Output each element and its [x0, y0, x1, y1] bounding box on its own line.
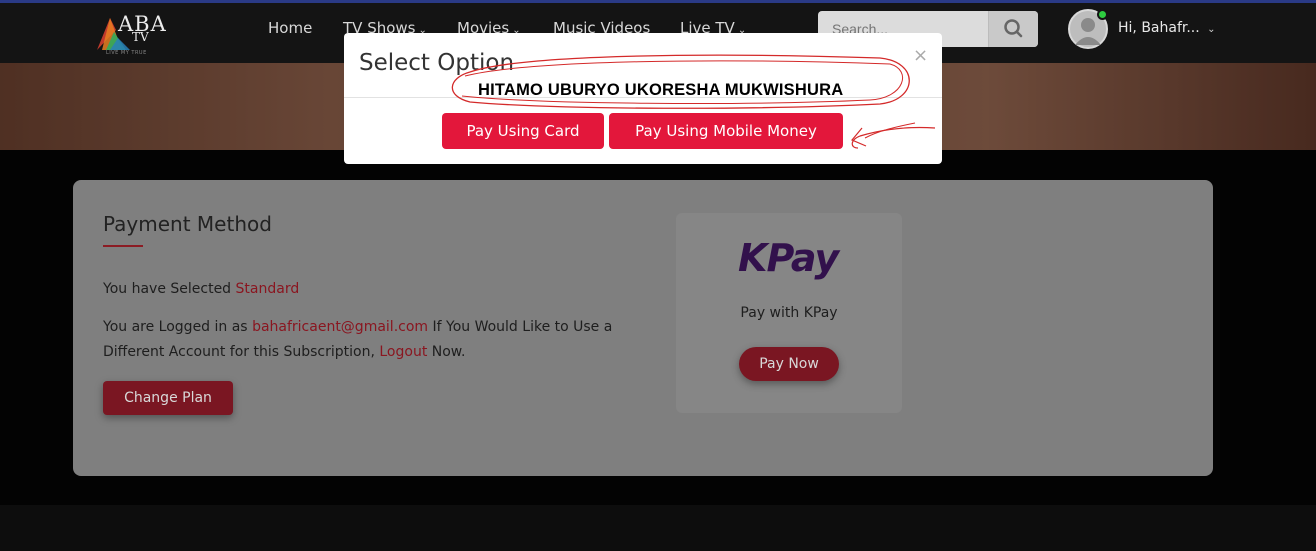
user-greeting: Hi, Bahafr... — [1118, 20, 1200, 36]
title-underline — [103, 245, 143, 247]
kpay-caption: Pay with KPay — [740, 305, 838, 321]
logged-prefix: You are Logged in as — [103, 319, 253, 335]
account-email: bahafricaent@gmail.com — [252, 319, 429, 335]
close-icon[interactable]: × — [913, 45, 928, 66]
search-icon — [1004, 19, 1023, 38]
logged-suffix: Now. — [427, 344, 466, 360]
chevron-down-icon: ⌄ — [1207, 24, 1216, 35]
user-menu[interactable]: Hi, Bahafr... ⌄ — [1118, 20, 1216, 36]
logo-tagline: LIVE MY TRUE — [106, 50, 147, 56]
change-plan-button[interactable]: Change Plan — [103, 381, 233, 415]
footer-band — [0, 505, 1316, 551]
modal-title: Select Option — [359, 50, 515, 76]
pay-now-button[interactable]: Pay Now — [739, 347, 839, 381]
pay-using-card-button[interactable]: Pay Using Card — [442, 113, 604, 149]
selected-prefix: You have Selected — [103, 281, 236, 297]
payment-title: Payment Method — [103, 212, 272, 236]
kpay-logo: KPay — [738, 236, 839, 280]
nav-home[interactable]: Home — [268, 19, 312, 37]
selected-plan-text: You have Selected Standard — [103, 281, 299, 297]
search-button[interactable] — [988, 11, 1038, 47]
logo-subtext: TV — [132, 30, 149, 44]
logout-link[interactable]: Logout — [379, 344, 427, 360]
pay-using-mobile-money-button[interactable]: Pay Using Mobile Money — [609, 113, 843, 149]
selected-plan: Standard — [235, 281, 300, 297]
account-text: You are Logged in as bahafricaent@gmail.… — [103, 315, 643, 365]
site-logo[interactable]: ABA TV LIVE MY TRUE — [92, 10, 174, 58]
annotation-text: HITAMO UBURYO UKORESHA MUKWISHURA — [478, 81, 844, 99]
nav-label: Home — [268, 19, 313, 37]
online-status-dot — [1097, 9, 1108, 20]
